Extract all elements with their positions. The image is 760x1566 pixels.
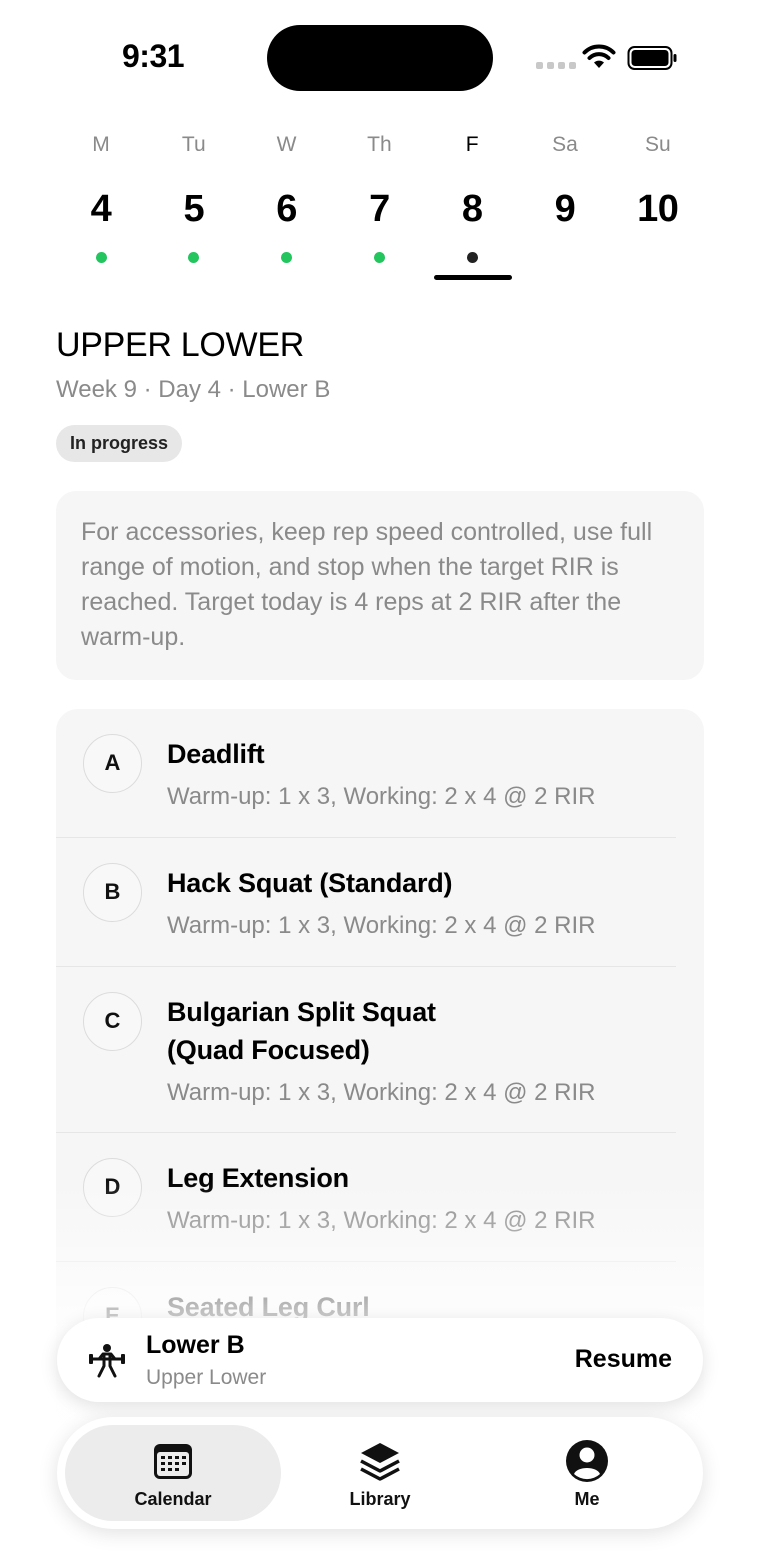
day-label: Su <box>644 133 671 156</box>
workout-notes: For accessories, keep rep speed controll… <box>56 491 704 680</box>
day-sa[interactable]: Sa 9 <box>525 128 605 263</box>
day-label: Th <box>367 133 392 156</box>
weightlifter-icon <box>89 1344 125 1378</box>
status-bar: 9:31 <box>0 0 760 110</box>
tab-me[interactable]: Me <box>479 1425 695 1521</box>
status-badge: In progress <box>56 425 183 462</box>
exercise-detail: Warm-up: 1 x 3, Working: 2 x 4 @ 2 RIR <box>167 1207 596 1234</box>
day-status-dot <box>95 252 107 263</box>
exercise-name: Bulgarian Split Squat (Quad Focused) <box>167 997 436 1065</box>
tab-label: Me <box>574 1489 600 1509</box>
resume-button[interactable]: Resume <box>575 1345 672 1374</box>
tab-label: Library <box>349 1489 411 1509</box>
tab-calendar[interactable]: Calendar <box>65 1425 281 1521</box>
program-subtitle: Week 9 · Day 4 · Lower B <box>56 376 331 403</box>
exercise-letter-badge: B <box>83 863 142 922</box>
day-su[interactable]: Su 10 <box>618 128 698 263</box>
cellular-signal-icon <box>536 62 576 69</box>
resume-workout-title: Lower B <box>146 1331 245 1359</box>
day-tu[interactable]: Tu 5 <box>154 128 234 263</box>
exercise-detail: Warm-up: 1 x 3, Working: 2 x 4 @ 2 RIR <box>167 783 596 810</box>
profile-icon <box>566 1440 608 1482</box>
exercise-row[interactable]: C Bulgarian Split Squat (Quad Focused) War… <box>56 967 676 1133</box>
day-status-dot <box>373 252 385 263</box>
exercise-name: Leg Extension <box>167 1163 349 1193</box>
resume-workout-subtitle: Upper Lower <box>146 1366 267 1389</box>
day-f[interactable]: F8 <box>432 128 512 263</box>
tab-library[interactable]: Library <box>272 1425 488 1521</box>
week-strip: M 4 Tu 5 W 6 Th 7 F 8 Sa 9 Su 10 <box>55 128 705 288</box>
program-title: UPPER LOWER <box>56 326 304 364</box>
exercise-row[interactable]: D Leg Extension Warm-up: 1 x 3, Working: 2… <box>56 1133 676 1262</box>
resume-workout-bar[interactable]: Lower B Upper Lower Resume <box>57 1318 703 1402</box>
exercise-detail: Warm-up: 1 x 3, Working: 2 x 4 @ 2 RIR <box>167 912 596 939</box>
calendar-icon <box>154 1444 192 1479</box>
day-status-dot <box>281 252 293 263</box>
status-time: 9:31 <box>122 38 185 74</box>
exercise-letter-badge: C <box>83 992 142 1051</box>
day-label: F <box>465 133 479 156</box>
day-w[interactable]: W6 <box>247 128 327 263</box>
exercise-letter-badge: A <box>83 734 142 793</box>
day-status-dot <box>466 252 478 263</box>
day-label: Sa <box>552 133 578 156</box>
layers-icon <box>360 1443 400 1481</box>
day-number: 5 <box>183 188 205 230</box>
dynamic-island <box>267 25 493 91</box>
exercise-name: Hack Squat (Standard) <box>167 868 453 898</box>
day-status-dot <box>560 252 571 263</box>
wifi-icon <box>582 44 616 68</box>
day-number: 4 <box>90 188 112 230</box>
day-number: 7 <box>369 188 390 230</box>
exercise-row[interactable]: B Hack Squat (Standard) Warm-up: 1 x 3, Wo… <box>56 838 676 967</box>
day-label: Tu <box>181 133 206 156</box>
day-number: 9 <box>554 188 576 230</box>
exercise-name: Deadlift <box>167 739 265 769</box>
day-number: 6 <box>276 188 297 230</box>
day-m[interactable]: M4 <box>61 128 141 263</box>
tab-label: Calendar <box>134 1489 212 1509</box>
tab-bar: Calendar Library Me <box>57 1417 703 1529</box>
day-label: M <box>92 133 110 156</box>
day-status-dot <box>652 252 663 263</box>
exercise-row[interactable]: A Deadlift Warm-up: 1 x 3, Working: 2 x 4 … <box>56 709 676 838</box>
battery-icon <box>627 46 677 70</box>
exercise-letter-badge: D <box>83 1158 142 1217</box>
selected-day-indicator <box>434 275 512 280</box>
day-label: W <box>276 133 297 156</box>
exercise-detail: Warm-up: 1 x 3, Working: 2 x 4 @ 2 RIR <box>167 1079 596 1106</box>
day-th[interactable]: Th 7 <box>339 128 419 263</box>
day-number: 8 <box>461 188 483 230</box>
day-status-dot <box>188 252 200 263</box>
day-number: 10 <box>637 188 679 230</box>
